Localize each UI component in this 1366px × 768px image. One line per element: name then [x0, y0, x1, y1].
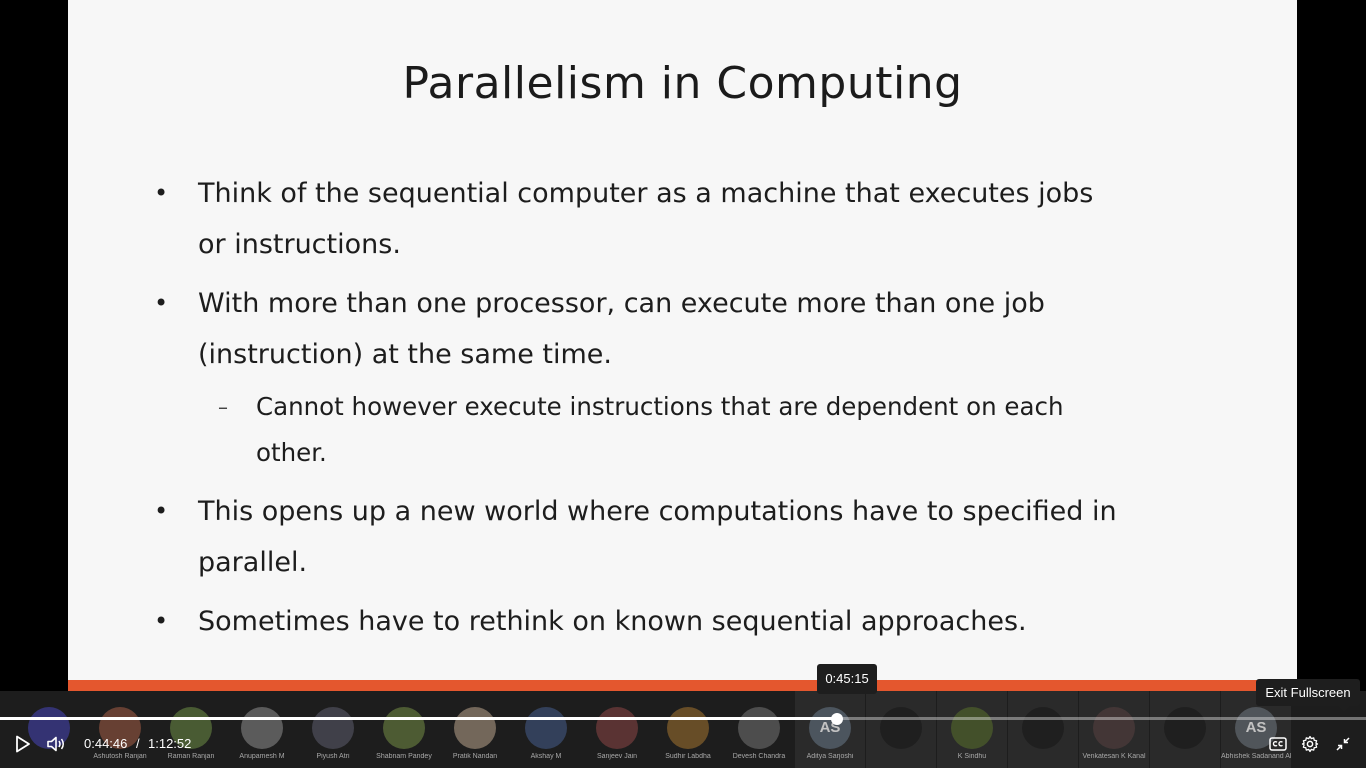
play-button[interactable] — [12, 734, 34, 754]
avatar — [383, 707, 425, 749]
captions-icon — [1269, 737, 1287, 751]
current-time: 0:44:46 — [84, 736, 128, 751]
seek-hover-time: 0:45:15 — [817, 664, 877, 694]
avatar — [738, 707, 780, 749]
seek-bar[interactable] — [0, 717, 1366, 720]
video-stage[interactable]: Parallelism in Computing • Think of the … — [0, 0, 1366, 768]
bullet-marker: • — [154, 179, 169, 207]
sub-bullet-marker: – — [218, 395, 228, 419]
exit-fullscreen-tooltip: Exit Fullscreen — [1256, 679, 1360, 712]
bullet-marker: • — [154, 497, 169, 525]
exit-fullscreen-icon — [1336, 737, 1350, 751]
participant-name: K Sindhu — [957, 753, 987, 760]
presentation-slide: Parallelism in Computing • Think of the … — [68, 0, 1297, 680]
avatar — [596, 707, 638, 749]
participant-tile[interactable]: Venkatesan K Kanal — [1079, 691, 1149, 768]
exit-fullscreen-button[interactable] — [1332, 734, 1354, 754]
participant-name: Akshay M — [530, 753, 562, 760]
participant-tile[interactable]: Piyush Atri — [298, 691, 368, 768]
participant-name: Aditya Sarjoshi — [806, 753, 854, 760]
participant-name: Raman Ranjan — [167, 753, 215, 760]
participant-tile[interactable]: Pratik Nandan — [440, 691, 510, 768]
participant-tile[interactable]: Sudhir Labdha — [653, 691, 723, 768]
participant-tile[interactable]: Sanjeev Jain — [582, 691, 652, 768]
participant-name: Ashutosh Ranjan — [93, 753, 147, 760]
participant-tile[interactable] — [14, 691, 84, 768]
participant-tile[interactable] — [1150, 691, 1220, 768]
participant-name: Anupamesh M — [239, 753, 285, 760]
participant-name: Pratik Nandan — [452, 753, 498, 760]
participant-tile[interactable] — [866, 691, 936, 768]
avatar — [525, 707, 567, 749]
avatar — [1022, 707, 1064, 749]
participant-name: Sanjeev Jain — [596, 753, 638, 760]
participant-tile[interactable]: Ashutosh Ranjan — [85, 691, 155, 768]
participant-name: Shabnam Pandey — [376, 753, 432, 760]
seek-handle[interactable] — [831, 713, 843, 725]
participant-name: Sudhir Labdha — [665, 753, 711, 760]
bullet-text: Sometimes have to rethink on known seque… — [198, 606, 1027, 637]
settings-button[interactable] — [1299, 734, 1321, 754]
volume-icon — [47, 736, 64, 752]
participant-name: Venkatesan K Kanal — [1082, 753, 1146, 760]
participant-strip: Ashutosh Ranjan Raman Ranjan Anupamesh M Pi… — [0, 691, 1366, 768]
avatar — [454, 707, 496, 749]
slide-title: Parallelism in Computing — [402, 58, 963, 109]
participant-name: Devesh Chandra — [732, 753, 786, 760]
bullet-text: With more than one processor, can execut… — [198, 288, 1045, 370]
slide-bullet: • Sometimes have to rethink on known seq… — [154, 596, 1124, 647]
participant-tile[interactable]: Devesh Chandra — [724, 691, 794, 768]
slide-bullet-list: • Think of the sequential computer as a … — [154, 168, 1124, 655]
avatar: AS — [809, 707, 851, 749]
participant-tile[interactable]: K Sindhu — [937, 691, 1007, 768]
bullet-text: Think of the sequential computer as a ma… — [198, 178, 1094, 260]
participant-tile[interactable] — [1008, 691, 1078, 768]
time-separator: / — [136, 736, 140, 751]
participant-tile[interactable]: Akshay M — [511, 691, 581, 768]
participant-tile[interactable]: Anupamesh M — [227, 691, 297, 768]
participant-tile[interactable]: AS Aditya Sarjoshi — [795, 691, 865, 768]
avatar — [1093, 707, 1135, 749]
avatar — [880, 707, 922, 749]
duration: 1:12:52 — [148, 736, 192, 751]
slide-accent-bar — [68, 680, 1297, 691]
bullet-marker: • — [154, 289, 169, 317]
avatar — [241, 707, 283, 749]
participant-tile[interactable]: Shabnam Pandey — [369, 691, 439, 768]
gear-icon — [1301, 735, 1319, 753]
slide-bullet: • With more than one processor, can exec… — [154, 278, 1124, 380]
avatar — [951, 707, 993, 749]
captions-button[interactable] — [1267, 734, 1289, 754]
slide-bullet: • This opens up a new world where comput… — [154, 486, 1124, 588]
participant-name: Abhishek Sadanand Ahire — [1221, 753, 1291, 760]
bullet-text: This opens up a new world where computat… — [198, 496, 1117, 578]
participant-tile[interactable]: Raman Ranjan — [156, 691, 226, 768]
participant-name: Piyush Atri — [316, 753, 350, 760]
sub-bullet-text: Cannot however execute instructions that… — [256, 392, 1064, 467]
bullet-marker: • — [154, 607, 169, 635]
slide-sub-bullet: – Cannot however execute instructions th… — [154, 384, 1124, 476]
avatar — [312, 707, 354, 749]
play-icon — [16, 735, 30, 753]
volume-button[interactable] — [45, 734, 67, 754]
seek-bar-progress — [0, 717, 837, 720]
avatar — [1164, 707, 1206, 749]
slide-bullet: • Think of the sequential computer as a … — [154, 168, 1124, 270]
avatar — [667, 707, 709, 749]
